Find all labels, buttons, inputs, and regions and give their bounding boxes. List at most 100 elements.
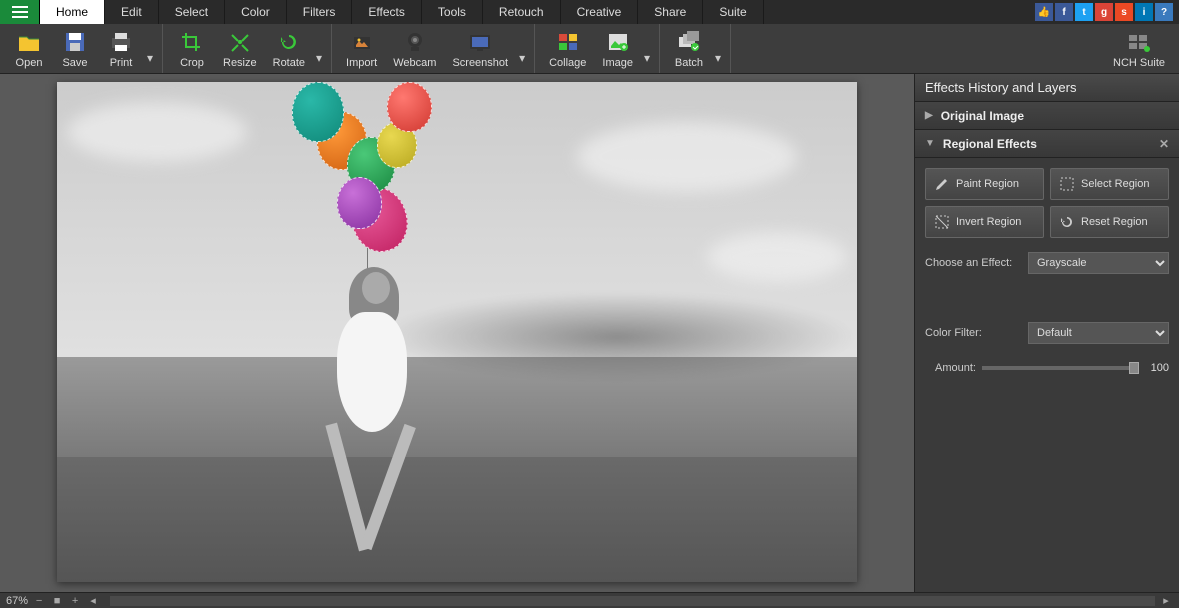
scroll-left-button[interactable]: ◂ <box>86 594 100 607</box>
reset-icon <box>1059 214 1075 230</box>
app-menu-button[interactable] <box>0 0 40 24</box>
toolbar: Open Save Print ▾ Crop Resize Rotate ▾ Import Web… <box>0 24 1179 74</box>
menu-suite[interactable]: Suite <box>703 0 763 24</box>
crop-button[interactable]: Crop <box>169 26 215 71</box>
color-filter-label: Color Filter: <box>925 327 1020 339</box>
select-region-button[interactable]: Select Region <box>1050 168 1169 200</box>
webcam-button[interactable]: Webcam <box>385 26 444 71</box>
open-icon <box>17 28 41 56</box>
print-icon <box>109 28 133 56</box>
resize-icon <box>228 28 252 56</box>
image-icon <box>606 28 630 56</box>
screenshot-button[interactable]: Screenshot <box>444 26 516 71</box>
choose-effect-select[interactable]: Grayscale <box>1028 252 1169 274</box>
open-button[interactable]: Open <box>6 26 52 71</box>
tool-label: Import <box>346 57 377 69</box>
invert-icon <box>934 214 950 230</box>
tool-label: Crop <box>180 57 204 69</box>
section-regional-effects[interactable]: ▼ Regional Effects ✕ <box>915 130 1179 158</box>
chevron-right-icon: ▶ <box>925 110 933 121</box>
reset-region-button[interactable]: Reset Region <box>1050 206 1169 238</box>
horizontal-scrollbar[interactable] <box>110 596 1155 606</box>
batch-icon <box>677 28 701 56</box>
tool-label: Resize <box>223 57 257 69</box>
menu-effects[interactable]: Effects <box>352 0 421 24</box>
social-?-icon[interactable]: ? <box>1155 3 1173 21</box>
toolbar-dropdown[interactable]: ▾ <box>712 26 724 71</box>
social-in-icon[interactable]: i <box>1135 3 1153 21</box>
toolbar-dropdown[interactable]: ▾ <box>144 26 156 71</box>
menu-edit[interactable]: Edit <box>105 0 159 24</box>
rotate-button[interactable]: Rotate <box>265 26 313 71</box>
import-icon <box>350 28 374 56</box>
section-original-image[interactable]: ▶ Original Image <box>915 102 1179 130</box>
menu-creative[interactable]: Creative <box>561 0 639 24</box>
color-filter-select[interactable]: Default <box>1028 322 1169 344</box>
menu-color[interactable]: Color <box>225 0 287 24</box>
tool-label: Print <box>110 57 133 69</box>
rotate-icon <box>277 28 301 56</box>
social-like-icon[interactable]: 👍 <box>1035 3 1053 21</box>
slider-thumb[interactable] <box>1129 362 1139 374</box>
close-icon[interactable]: ✕ <box>1159 137 1169 151</box>
selection-balloon <box>387 82 432 132</box>
image-button[interactable]: Image <box>594 26 641 71</box>
social-su-icon[interactable]: s <box>1115 3 1133 21</box>
button-label: Select Region <box>1081 178 1150 190</box>
zoom-out-button[interactable]: − <box>32 595 46 607</box>
collage-icon <box>556 28 580 56</box>
amount-value: 100 <box>1145 362 1169 374</box>
amount-slider[interactable] <box>982 366 1139 370</box>
social-g+-icon[interactable]: g <box>1095 3 1113 21</box>
toolbar-dropdown[interactable]: ▾ <box>516 26 528 71</box>
screenshot-icon <box>468 28 492 56</box>
chevron-down-icon: ▼ <box>925 138 935 149</box>
button-label: Reset Region <box>1081 216 1148 228</box>
print-button[interactable]: Print <box>98 26 144 71</box>
tool-label: Batch <box>675 57 703 69</box>
tool-label: Rotate <box>273 57 305 69</box>
social-t-icon[interactable]: t <box>1075 3 1093 21</box>
menu-filters[interactable]: Filters <box>287 0 353 24</box>
zoom-reset-button[interactable]: ■ <box>50 595 64 607</box>
effects-panel: Effects History and Layers ▶ Original Im… <box>914 74 1179 592</box>
tool-label: NCH Suite <box>1113 57 1165 69</box>
save-icon <box>63 28 87 56</box>
scroll-right-button[interactable]: ▸ <box>1159 594 1173 607</box>
batch-button[interactable]: Batch <box>666 26 712 71</box>
paint-region-button[interactable]: Paint Region <box>925 168 1044 200</box>
tool-label: Save <box>62 57 87 69</box>
menu-retouch[interactable]: Retouch <box>483 0 561 24</box>
button-label: Paint Region <box>956 178 1019 190</box>
menubar: HomeEditSelectColorFiltersEffectsToolsRe… <box>0 0 1179 24</box>
tool-label: Collage <box>549 57 586 69</box>
menubar-social: 👍ftgsi? <box>1035 0 1179 24</box>
collage-button[interactable]: Collage <box>541 26 594 71</box>
canvas-area[interactable] <box>0 74 914 592</box>
toolbar-dropdown[interactable]: ▾ <box>313 26 325 71</box>
brush-icon <box>934 176 950 192</box>
invert-region-button[interactable]: Invert Region <box>925 206 1044 238</box>
nch-suite-icon <box>1127 28 1151 56</box>
resize-button[interactable]: Resize <box>215 26 265 71</box>
tool-label: Image <box>602 57 633 69</box>
zoom-in-button[interactable]: + <box>68 595 82 607</box>
social-f-icon[interactable]: f <box>1055 3 1073 21</box>
selection-balloon <box>292 82 344 142</box>
amount-label: Amount: <box>935 362 976 374</box>
image-canvas[interactable] <box>57 82 857 582</box>
nch-suite-button[interactable]: NCH Suite <box>1105 26 1173 71</box>
import-button[interactable]: Import <box>338 26 385 71</box>
save-button[interactable]: Save <box>52 26 98 71</box>
button-label: Invert Region <box>956 216 1021 228</box>
statusbar: 67% − ■ + ◂ ▸ <box>0 592 1179 608</box>
menu-select[interactable]: Select <box>159 0 225 24</box>
tool-label: Open <box>16 57 43 69</box>
menu-home[interactable]: Home <box>40 0 105 24</box>
crop-icon <box>180 28 204 56</box>
menu-share[interactable]: Share <box>638 0 703 24</box>
menu-tools[interactable]: Tools <box>422 0 483 24</box>
toolbar-dropdown[interactable]: ▾ <box>641 26 653 71</box>
section-label: Regional Effects <box>943 137 1037 151</box>
webcam-icon <box>403 28 427 56</box>
